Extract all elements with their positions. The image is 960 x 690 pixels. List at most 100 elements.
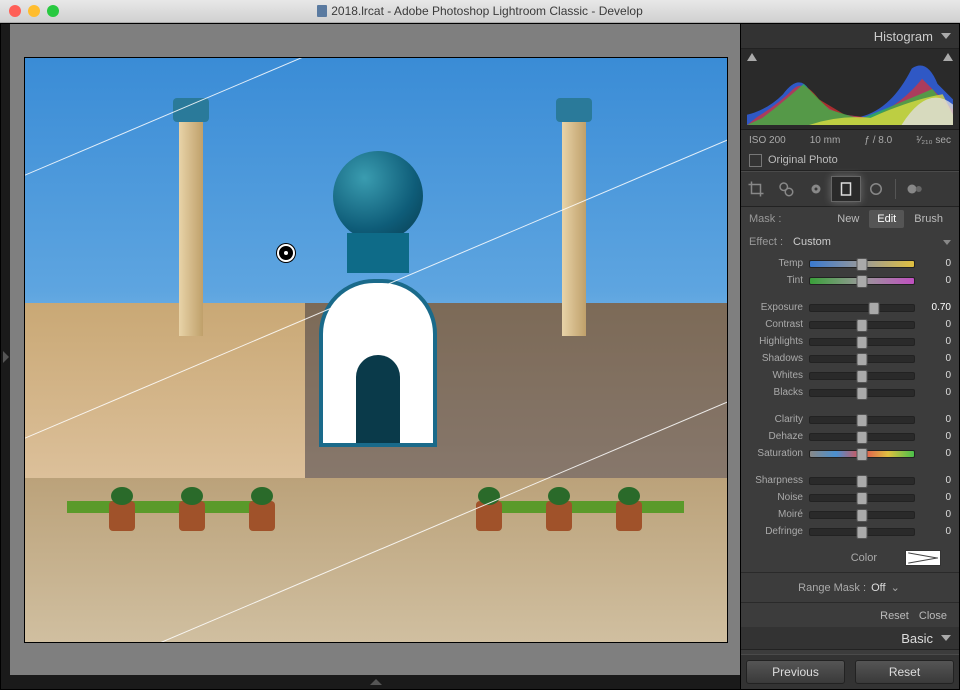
slider-track[interactable] <box>809 450 915 458</box>
effect-row: Effect : Custom <box>741 231 959 253</box>
slider-value[interactable]: 0 <box>921 275 951 286</box>
slider-track[interactable] <box>809 416 915 424</box>
range-mask-row[interactable]: Range Mask : Off ⌄ <box>741 575 959 600</box>
previous-button[interactable]: Previous <box>746 660 845 684</box>
checkbox-icon[interactable] <box>749 154 762 167</box>
left-panel-collapsed[interactable] <box>1 24 10 689</box>
slider-knob[interactable] <box>857 492 868 505</box>
slider-track[interactable] <box>809 494 915 502</box>
adjustment-brush-tool[interactable] <box>900 176 930 202</box>
slider-label: Saturation <box>741 448 803 459</box>
slider-value[interactable]: 0 <box>921 353 951 364</box>
basic-header[interactable]: Basic <box>741 627 959 650</box>
slider-temp: Temp 0 <box>741 255 951 272</box>
effect-label: Effect : <box>749 236 783 248</box>
exif-focal: 10 mm <box>810 135 841 146</box>
slider-knob[interactable] <box>857 431 868 444</box>
radial-filter-tool[interactable] <box>861 176 891 202</box>
slider-label: Shadows <box>741 353 803 364</box>
slider-track[interactable] <box>809 277 915 285</box>
slider-value[interactable]: 0 <box>921 509 951 520</box>
slider-knob[interactable] <box>857 475 868 488</box>
slider-value[interactable]: 0 <box>921 448 951 459</box>
mask-brush[interactable]: Brush <box>906 210 951 228</box>
slider-label: Temp <box>741 258 803 269</box>
graduated-filter-tool[interactable] <box>831 176 861 202</box>
redeye-tool[interactable] <box>801 176 831 202</box>
window-close-button[interactable] <box>9 5 21 17</box>
slider-saturation: Saturation 0 <box>741 445 951 462</box>
preview-image[interactable] <box>24 57 728 643</box>
slider-dehaze: Dehaze 0 <box>741 428 951 445</box>
slider-knob[interactable] <box>857 275 868 288</box>
slider-value[interactable]: 0 <box>921 258 951 269</box>
slider-blacks: Blacks0 <box>741 384 951 401</box>
slider-track[interactable] <box>809 338 915 346</box>
slider-track[interactable] <box>809 372 915 380</box>
bottom-buttons: Previous Reset <box>741 654 959 689</box>
slider-knob[interactable] <box>857 387 868 400</box>
reset-button[interactable]: Reset <box>855 660 954 684</box>
slider-label: Contrast <box>741 319 803 330</box>
slider-track[interactable] <box>809 304 915 312</box>
effect-disclosure-icon[interactable] <box>943 240 951 245</box>
slider-knob[interactable] <box>857 319 868 332</box>
window-zoom-button[interactable] <box>47 5 59 17</box>
slider-value[interactable]: 0 <box>921 370 951 381</box>
mask-new[interactable]: New <box>829 210 867 228</box>
slider-value[interactable]: 0 <box>921 431 951 442</box>
slider-value[interactable]: 0 <box>921 492 951 503</box>
slider-track[interactable] <box>809 511 915 519</box>
slider-knob[interactable] <box>857 370 868 383</box>
chevron-down-icon <box>941 33 951 39</box>
histogram-header[interactable]: Histogram <box>741 24 959 49</box>
slider-value[interactable]: 0 <box>921 319 951 330</box>
slider-knob[interactable] <box>857 509 868 522</box>
slider-value[interactable]: 0.70 <box>921 302 951 313</box>
color-swatch[interactable] <box>905 550 941 566</box>
slider-label: Clarity <box>741 414 803 425</box>
chevron-down-icon <box>941 635 951 641</box>
mask-edit[interactable]: Edit <box>869 210 904 228</box>
histogram-label: Histogram <box>874 29 933 44</box>
crop-tool[interactable] <box>741 176 771 202</box>
slider-shadows: Shadows 0 <box>741 350 951 367</box>
effect-preset[interactable]: Custom <box>793 236 831 248</box>
exif-row: ISO 200 10 mm ƒ / 8.0 ¹⁄₂₁₀ sec <box>741 130 959 150</box>
filter-reset[interactable]: Reset <box>880 610 909 622</box>
slider-knob[interactable] <box>857 353 868 366</box>
slider-track[interactable] <box>809 321 915 329</box>
window-title: 2018.lrcat - Adobe Photoshop Lightroom C… <box>331 4 643 18</box>
right-panel: Histogram ISO 200 10 mm ƒ / 8.0 ¹⁄₂₁₀ se… <box>740 24 959 689</box>
slider-label: Dehaze <box>741 431 803 442</box>
slider-noise: Noise0 <box>741 489 951 506</box>
slider-value[interactable]: 0 <box>921 475 951 486</box>
slider-label: Defringe <box>741 526 803 537</box>
spot-removal-tool[interactable] <box>771 176 801 202</box>
slider-knob[interactable] <box>857 526 868 539</box>
slider-track[interactable] <box>809 477 915 485</box>
slider-knob[interactable] <box>857 258 868 271</box>
expand-right-icon <box>3 351 9 363</box>
slider-knob[interactable] <box>857 414 868 427</box>
slider-value[interactable]: 0 <box>921 526 951 537</box>
slider-knob[interactable] <box>857 336 868 349</box>
slider-track[interactable] <box>809 528 915 536</box>
filmstrip-collapsed[interactable] <box>10 675 741 689</box>
slider-label: Tint <box>741 275 803 286</box>
slider-value[interactable]: 0 <box>921 387 951 398</box>
original-photo-row[interactable]: Original Photo <box>741 150 959 171</box>
window-minimize-button[interactable] <box>28 5 40 17</box>
slider-knob[interactable] <box>857 448 868 461</box>
slider-highlights: Highlights0 <box>741 333 951 350</box>
slider-track[interactable] <box>809 433 915 441</box>
develop-toolstrip <box>741 171 959 207</box>
slider-knob[interactable] <box>869 302 880 315</box>
slider-track[interactable] <box>809 389 915 397</box>
slider-value[interactable]: 0 <box>921 414 951 425</box>
slider-track[interactable] <box>809 260 915 268</box>
histogram-graph[interactable] <box>741 49 959 130</box>
slider-value[interactable]: 0 <box>921 336 951 347</box>
filter-close[interactable]: Close <box>919 610 947 622</box>
slider-track[interactable] <box>809 355 915 363</box>
